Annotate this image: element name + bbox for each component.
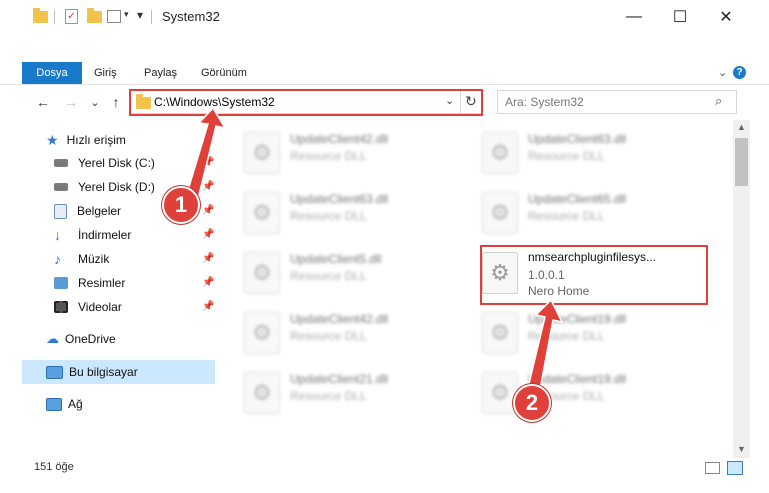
step-1-badge: 1	[162, 186, 200, 224]
arrow-2	[526, 298, 564, 396]
step-2-badge: 2	[513, 384, 551, 422]
annotation-arrows	[184, 106, 564, 396]
